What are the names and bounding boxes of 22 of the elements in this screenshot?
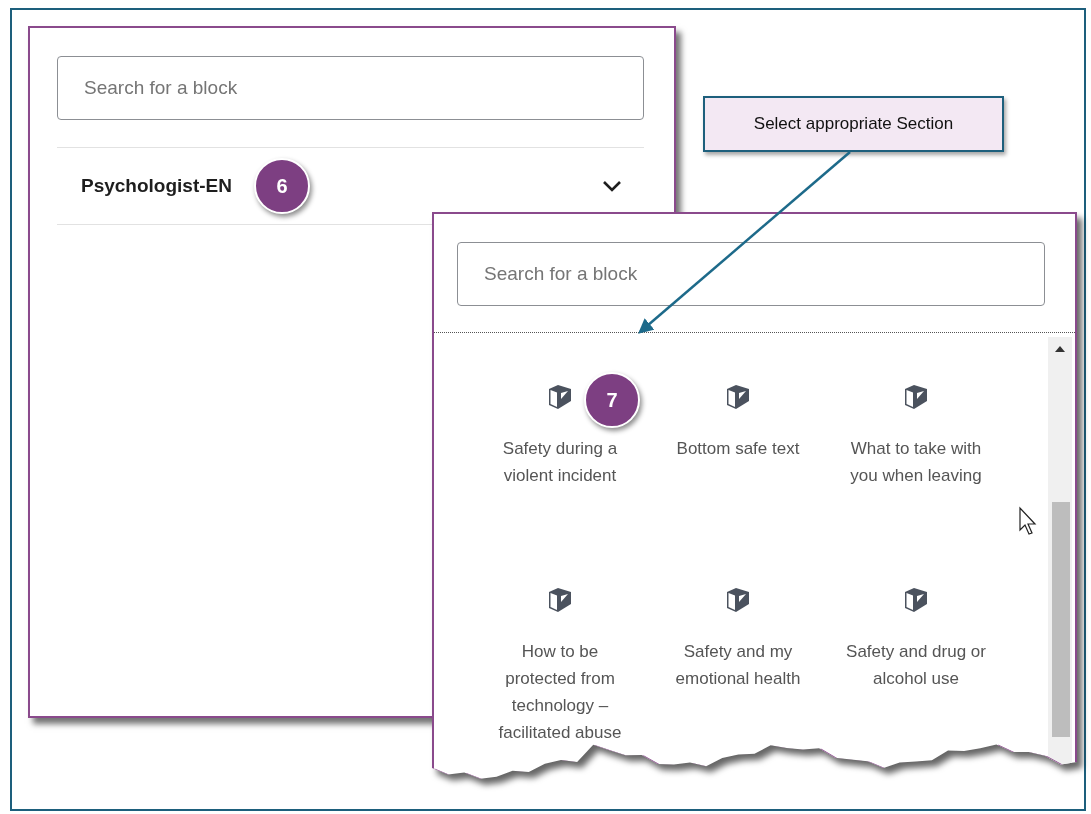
cube-icon: [725, 383, 751, 411]
block-label[interactable]: Bottom safe text: [676, 435, 800, 462]
block-label[interactable]: Safety and my emotional health: [665, 638, 811, 692]
scrollbar-thumb[interactable]: [1052, 502, 1070, 737]
search-field[interactable]: Search for a block: [457, 242, 1045, 306]
block-label[interactable]: Safety during a violent incident: [487, 435, 633, 489]
chevron-down-icon: [602, 180, 622, 192]
cube-icon: [903, 383, 929, 411]
cube-icon: [903, 586, 929, 614]
block-label[interactable]: What to take with you when leaving: [843, 435, 989, 489]
category-label: Psychologist-EN: [81, 175, 232, 197]
step-badge: 7: [584, 372, 640, 428]
block-label[interactable]: How to be protected from technology – facilitated abuse: [487, 638, 633, 746]
search-field[interactable]: Search for a block: [57, 56, 644, 120]
block-label[interactable]: Safety and drug or alcohol use: [843, 638, 989, 692]
scroll-up-icon[interactable]: [1054, 345, 1066, 353]
cube-icon: [725, 586, 751, 614]
cube-icon: [547, 586, 573, 614]
callout-label: Select appropriate Section: [703, 96, 1004, 152]
cursor-icon: [1019, 506, 1037, 535]
cube-icon: [547, 383, 573, 411]
step-badge: 6: [254, 158, 310, 214]
